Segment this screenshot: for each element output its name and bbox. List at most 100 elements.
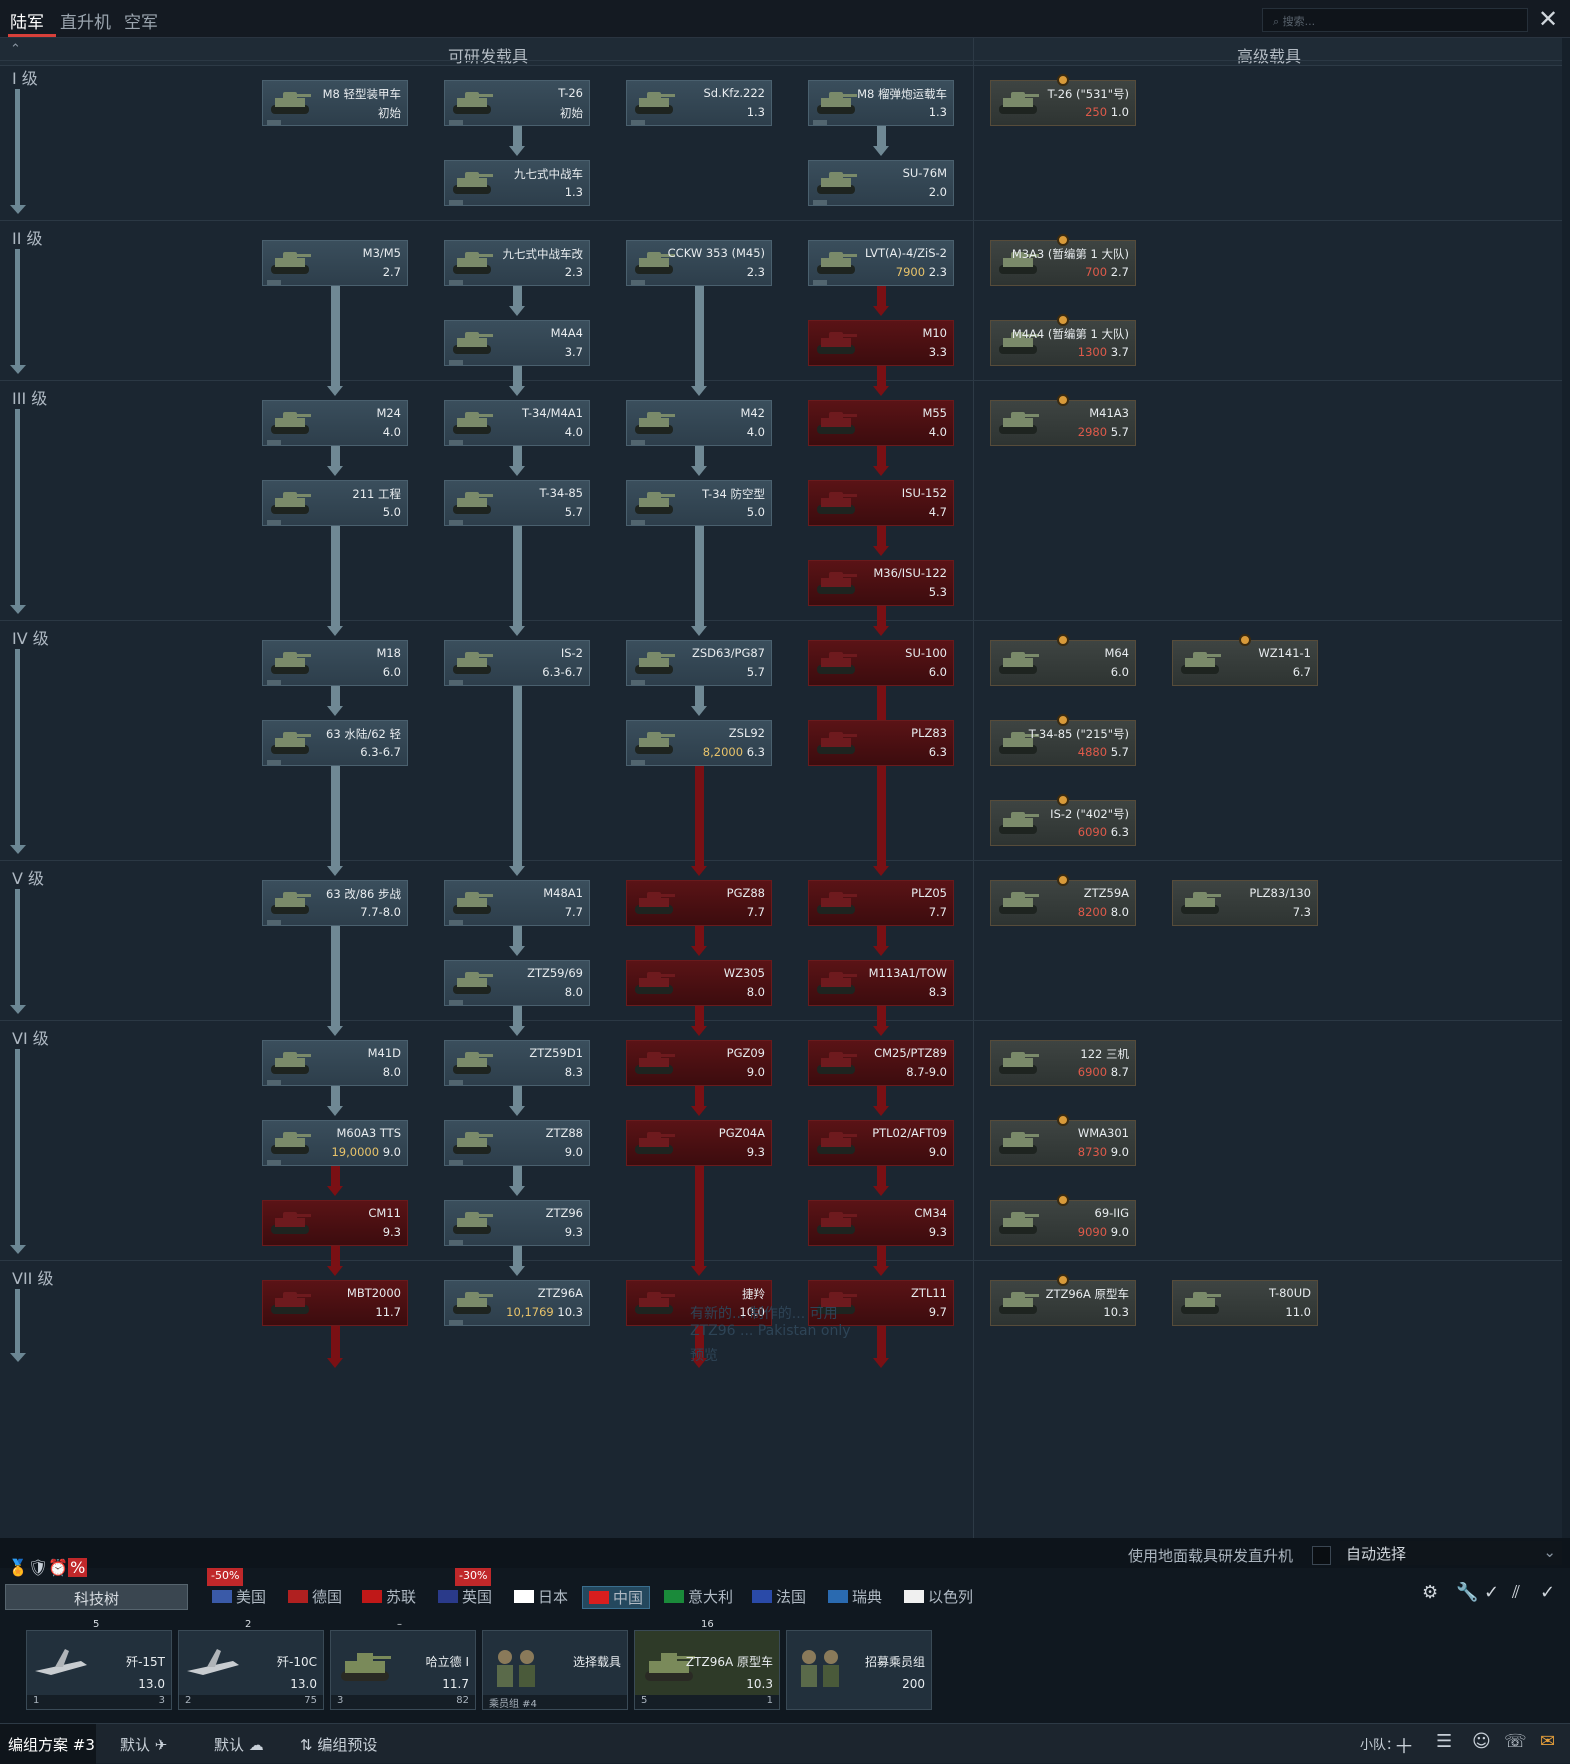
vehicle-card-type97-kai[interactable]: 九七式中战车改 2.3 xyxy=(444,240,590,286)
vehicle-card-zsd63[interactable]: ZSD63/PG87 5.7 xyxy=(626,640,772,686)
vehicle-card-t34m4a1[interactable]: T-34/M4A1 4.0 xyxy=(444,400,590,446)
vehicle-card-m48a1[interactable]: M48A1 7.7 xyxy=(444,880,590,926)
crew-slot[interactable]: 5 歼-15T 13.0 1 3 xyxy=(26,1619,172,1710)
vehicle-card-plz83[interactable]: PLZ83 6.3 xyxy=(808,720,954,766)
vehicle-card-pgz88[interactable]: PGZ88 7.7 xyxy=(626,880,772,926)
list-icon[interactable]: ☰ xyxy=(1436,1731,1452,1752)
tab-helicopter[interactable]: 直升机 xyxy=(60,8,111,33)
vehicle-card-ztz88[interactable]: ZTZ88 9.0 xyxy=(444,1120,590,1166)
vehicle-card-m4a4[interactable]: M4A4 3.7 xyxy=(444,320,590,366)
vehicle-card-m8-hmc[interactable]: M8 榴弹炮运载车 1.3 xyxy=(808,80,954,126)
nation-tab-6[interactable]: 意大利 xyxy=(664,1586,733,1607)
check-icon[interactable]: ✓ xyxy=(1484,1582,1499,1603)
nation-tab-4[interactable]: 日本 xyxy=(514,1586,568,1607)
vehicle-card-plz05[interactable]: PLZ05 7.7 xyxy=(808,880,954,926)
rank-label[interactable]: VII 级 xyxy=(12,1265,53,1289)
rank-label[interactable]: II 级 xyxy=(12,225,43,249)
nation-tab-0[interactable]: 美国 xyxy=(212,1586,266,1607)
vehicle-card-wz141[interactable]: WZ141-1 6.7 xyxy=(1172,640,1318,686)
nation-tab-7[interactable]: 法国 xyxy=(752,1586,806,1607)
presets-button[interactable]: ⇅ 编组预设 xyxy=(300,1734,377,1755)
search-input[interactable]: ⌕ 搜索... xyxy=(1262,8,1528,32)
vehicle-card-t80ud[interactable]: T-80UD 11.0 xyxy=(1172,1280,1318,1326)
vehicle-card-t3485-215[interactable]: T-34-85 ("215"号) 4880 5.7 xyxy=(990,720,1136,766)
vehicle-card-cckw353[interactable]: CCKW 353 (M45) 2.3 xyxy=(626,240,772,286)
vehicle-card-pgz04a[interactable]: PGZ04A 9.3 xyxy=(626,1120,772,1166)
repair-icon[interactable]: 🔧 xyxy=(1456,1582,1478,1603)
vehicle-card-is2[interactable]: IS-2 6.3-6.7 xyxy=(444,640,590,686)
rank-label[interactable]: III 级 xyxy=(12,385,47,409)
vehicle-card-type211[interactable]: 211 工程 5.0 xyxy=(262,480,408,526)
vehicle-card-ztz59-69[interactable]: ZTZ59/69 8.0 xyxy=(444,960,590,1006)
crew-slot[interactable]: 2 歼-10C 13.0 2 75 xyxy=(178,1619,324,1710)
vehicle-card-m8-hmc-lt[interactable]: M8 轻型装甲车 初始 xyxy=(262,80,408,126)
auto-select-dropdown[interactable]: 自动选择 ⌄ xyxy=(1340,1541,1562,1565)
crew-slot[interactable]: – 哈立德 I 11.7 3 82 xyxy=(330,1619,476,1710)
vehicle-card-ztz96a-proto[interactable]: ZTZ96A 原型车 10.3 xyxy=(990,1280,1136,1326)
techtree-button[interactable]: 科技树 xyxy=(5,1584,188,1610)
vehicle-card-ptl02[interactable]: PTL02/AFT09 9.0 xyxy=(808,1120,954,1166)
vehicle-card-m41a3[interactable]: M41A3 2980 5.7 xyxy=(990,400,1136,446)
vehicle-card-su100[interactable]: SU-100 6.0 xyxy=(808,640,954,686)
close-icon[interactable]: ✕ xyxy=(1538,6,1558,32)
crew-slot[interactable]: 16 ZTZ96A 原型车 10.3 5 1 xyxy=(634,1619,780,1710)
vehicle-card-t34-aa[interactable]: T-34 防空型 5.0 xyxy=(626,480,772,526)
vehicle-card-mbt2000[interactable]: MBT2000 11.7 xyxy=(262,1280,408,1326)
vehicle-card-t26-531[interactable]: T-26 ("531"号) 250 1.0 xyxy=(990,80,1136,126)
preview-button[interactable]: 预览 xyxy=(690,1345,851,1365)
vehicle-card-su76m[interactable]: SU-76M 2.0 xyxy=(808,160,954,206)
vehicle-card-m3m5[interactable]: M3/M5 2.7 xyxy=(262,240,408,286)
mail-icon[interactable]: ✉ xyxy=(1540,1731,1555,1752)
vehicle-card-zsl92[interactable]: ZSL92 8,2000 6.3 xyxy=(626,720,772,766)
vehicle-card-pgz09[interactable]: PGZ09 9.0 xyxy=(626,1040,772,1086)
vehicle-card-isu152[interactable]: ISU-152 4.7 xyxy=(808,480,954,526)
default-preset-air[interactable]: 默认 ✈ xyxy=(120,1734,167,1755)
settings-icon[interactable]: ⚙ xyxy=(1422,1582,1438,1603)
research-helicopter-checkbox[interactable] xyxy=(1312,1546,1331,1565)
default-preset-heli[interactable]: 默认 ☁ xyxy=(214,1734,264,1755)
vehicle-card-m36-isu122[interactable]: M36/ISU-122 5.3 xyxy=(808,560,954,606)
vehicle-card-sdkfz222[interactable]: Sd.Kfz.222 1.3 xyxy=(626,80,772,126)
vehicle-card-m10[interactable]: M10 3.3 xyxy=(808,320,954,366)
check-all-icon[interactable]: ✓ xyxy=(1540,1582,1555,1603)
vehicle-card-m64[interactable]: M64 6.0 xyxy=(990,640,1136,686)
vehicle-card-type63-62[interactable]: 63 水陆/62 轻 6.3-6.7 xyxy=(262,720,408,766)
vehicle-card-wma301[interactable]: WMA301 8730 9.0 xyxy=(990,1120,1136,1166)
nation-tab-8[interactable]: 瑞典 xyxy=(828,1586,882,1607)
vehicle-card-m42[interactable]: M42 4.0 xyxy=(626,400,772,446)
vehicle-card-lvt-zis2[interactable]: LVT(A)-4/ZiS-2 7900 2.3 xyxy=(808,240,954,286)
add-squad-icon[interactable]: ＋ xyxy=(1394,1730,1414,1759)
vehicle-card-m24[interactable]: M24 4.0 xyxy=(262,400,408,446)
nation-tab-9[interactable]: 以色列 xyxy=(904,1586,973,1607)
events-icons[interactable]: 🏅🛡⏰% xyxy=(8,1558,88,1577)
rank-label[interactable]: I 级 xyxy=(12,65,38,89)
crew-slot[interactable]: 招募乘员组 200 xyxy=(786,1630,932,1710)
vehicle-card-m113a1[interactable]: M113A1/TOW 8.3 xyxy=(808,960,954,1006)
vehicle-card-cm11[interactable]: CM11 9.3 xyxy=(262,1200,408,1246)
preset-selector[interactable]: 编组方案 #3 xyxy=(0,1724,96,1764)
vehicle-card-t26[interactable]: T-26 初始 xyxy=(444,80,590,126)
vehicle-card-wz305[interactable]: WZ305 8.0 xyxy=(626,960,772,1006)
nation-tab-2[interactable]: 苏联 xyxy=(362,1586,416,1607)
vehicle-card-type97-chiha[interactable]: 九七式中战车 1.3 xyxy=(444,160,590,206)
vehicle-card-m55[interactable]: M55 4.0 xyxy=(808,400,954,446)
vehicle-card-t3485[interactable]: T-34-85 5.7 xyxy=(444,480,590,526)
vehicle-card-cm25[interactable]: CM25/PTZ89 8.7-9.0 xyxy=(808,1040,954,1086)
rank-label[interactable]: IV 级 xyxy=(12,625,49,649)
vehicle-card-type122[interactable]: 122 三机 6900 8.7 xyxy=(990,1040,1136,1086)
vehicle-card-ztz59d1[interactable]: ZTZ59D1 8.3 xyxy=(444,1040,590,1086)
friends-icon[interactable]: ☺ xyxy=(1472,1731,1491,1752)
vehicle-card-is2-402[interactable]: IS-2 ("402"号) 6090 6.3 xyxy=(990,800,1136,846)
vehicle-card-type63-86[interactable]: 63 改/86 步战 7.7-8.0 xyxy=(262,880,408,926)
tab-ground[interactable]: 陆军 xyxy=(10,8,44,33)
rank-label[interactable]: VI 级 xyxy=(12,1025,49,1049)
nation-tab-5[interactable]: 中国 xyxy=(582,1586,651,1609)
tab-aviation[interactable]: 空军 xyxy=(124,8,158,33)
vehicle-card-ztz96a[interactable]: ZTZ96A 10,1769 10.3 xyxy=(444,1280,590,1326)
collapse-all-icon[interactable]: ⌃ xyxy=(10,42,21,57)
vehicle-card-m41d[interactable]: M41D 8.0 xyxy=(262,1040,408,1086)
nation-tab-3[interactable]: 英国 xyxy=(438,1586,492,1607)
vehicle-card-m18[interactable]: M18 6.0 xyxy=(262,640,408,686)
ammo-icon[interactable]: ⫽ xyxy=(1512,1582,1520,1603)
vehicle-card-m3a3-p1[interactable]: M3A3 (暂编第 1 大队) 700 2.7 xyxy=(990,240,1136,286)
